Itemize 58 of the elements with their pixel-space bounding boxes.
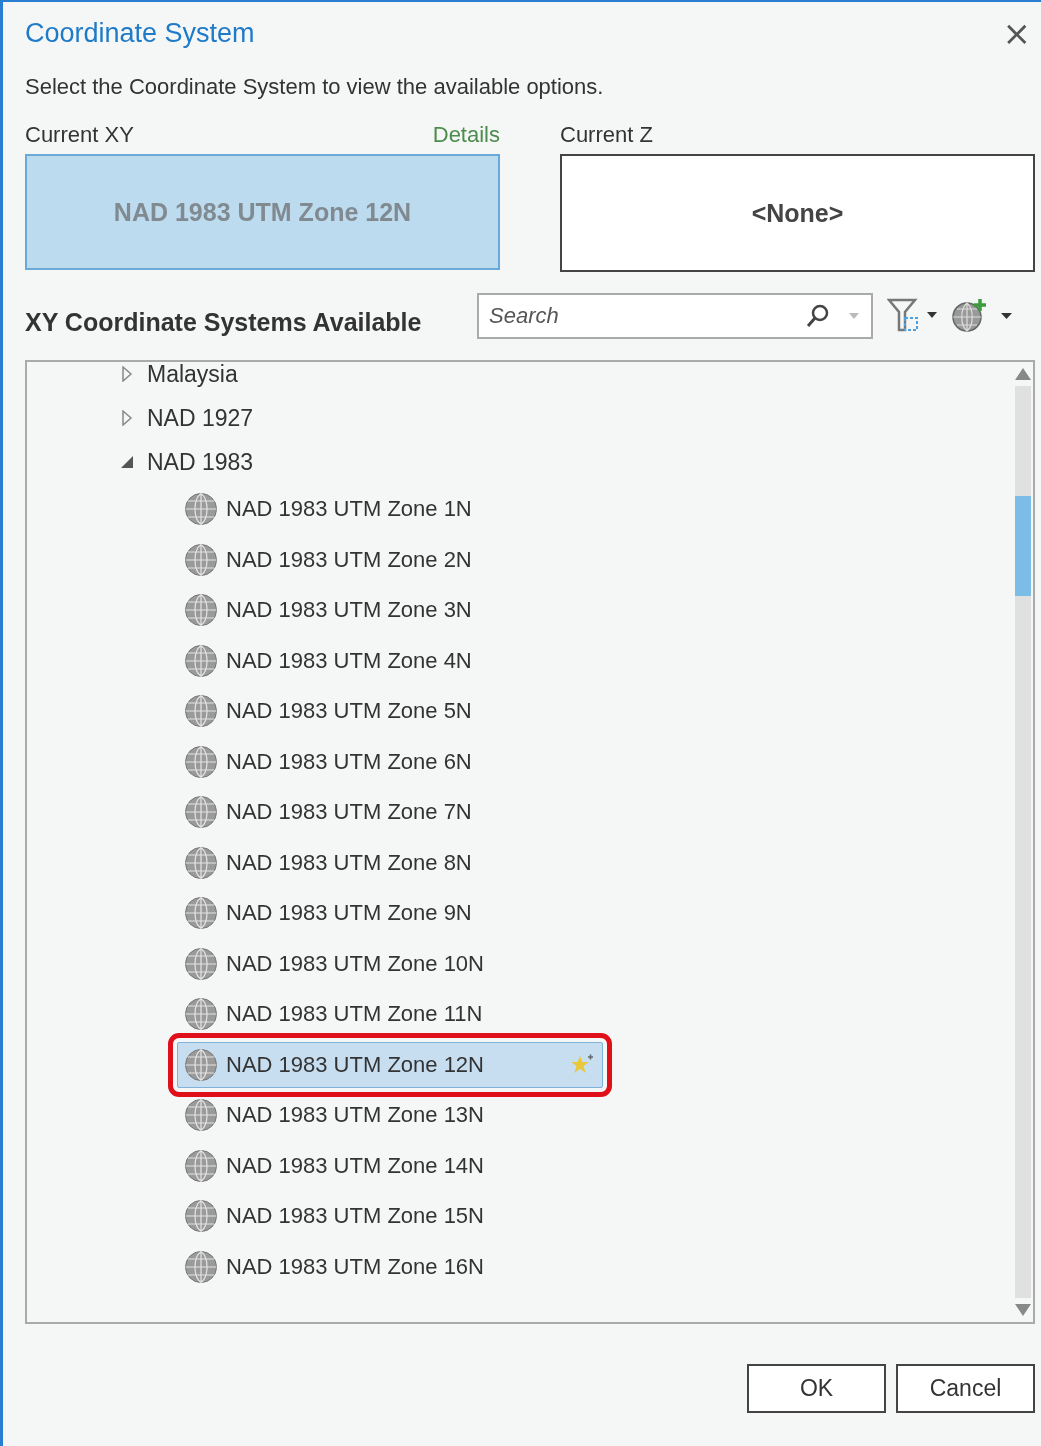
instruction-text: Select the Coordinate System to view the available options. bbox=[25, 74, 605, 101]
current-z-box[interactable]: <None> bbox=[560, 154, 1035, 272]
close-button[interactable]: × bbox=[998, 13, 1035, 53]
section-heading: XY Coordinate Systems Available bbox=[25, 307, 423, 337]
collapsed-arrow-icon[interactable] bbox=[121, 366, 133, 382]
cancel-button[interactable]: Cancel bbox=[896, 1364, 1035, 1413]
globe-icon bbox=[184, 997, 218, 1032]
coordinate-system-item[interactable]: NAD 1983 UTM Zone 8N bbox=[177, 839, 603, 886]
coordinate-system-item[interactable]: NAD 1983 UTM Zone 11N bbox=[177, 991, 603, 1038]
ok-button[interactable]: OK bbox=[747, 1364, 886, 1413]
coordinate-system-item[interactable]: NAD 1983 UTM Zone 6N bbox=[177, 738, 603, 785]
coordinate-system-item[interactable]: NAD 1983 UTM Zone 2N bbox=[177, 536, 603, 583]
globe-icon bbox=[184, 643, 218, 678]
globe-icon bbox=[184, 845, 218, 880]
scrollbar-thumb[interactable] bbox=[1015, 496, 1031, 596]
tree-group-item[interactable]: NAD 1983 bbox=[147, 448, 254, 476]
globe-icon bbox=[184, 593, 218, 628]
globe-icon bbox=[184, 1199, 218, 1234]
add-coordinate-system-button[interactable] bbox=[951, 298, 1013, 334]
globe-icon bbox=[184, 1098, 218, 1133]
details-link[interactable]: Details bbox=[432, 122, 500, 148]
globe-icon bbox=[184, 1148, 218, 1183]
globe-icon bbox=[184, 694, 218, 729]
coordinate-system-item[interactable]: NAD 1983 UTM Zone 5N bbox=[177, 688, 603, 735]
window-title: Coordinate System bbox=[25, 17, 255, 49]
coordinate-system-item[interactable]: NAD 1983 UTM Zone 7N bbox=[177, 789, 603, 836]
globe-icon bbox=[184, 542, 218, 577]
collapsed-arrow-icon[interactable] bbox=[121, 410, 133, 426]
coordinate-system-item[interactable]: NAD 1983 UTM Zone 4N bbox=[177, 637, 603, 684]
scrollbar-track[interactable] bbox=[1015, 386, 1031, 1298]
globe-icon bbox=[184, 896, 218, 931]
tree-group-item[interactable]: NAD 1927 bbox=[147, 404, 254, 432]
globe-icon bbox=[184, 1047, 218, 1082]
coordinate-system-item[interactable]: NAD 1983 UTM Zone 1N bbox=[177, 486, 603, 533]
search-icon bbox=[805, 303, 831, 329]
coordinate-system-item[interactable]: NAD 1983 UTM Zone 10N bbox=[177, 940, 603, 987]
expanded-arrow-icon[interactable] bbox=[121, 456, 133, 468]
coordinate-system-item[interactable]: NAD 1983 UTM Zone 3N bbox=[177, 587, 603, 634]
globe-icon bbox=[184, 795, 218, 830]
current-z-label: Current Z bbox=[560, 122, 653, 148]
globe-icon bbox=[184, 492, 218, 527]
filter-button[interactable] bbox=[887, 298, 937, 334]
scroll-up-icon[interactable] bbox=[1015, 368, 1031, 380]
current-xy-label: Current XY bbox=[25, 122, 134, 148]
globe-icon bbox=[184, 744, 218, 779]
dropdown-caret-icon bbox=[849, 313, 859, 319]
globe-add-icon bbox=[951, 298, 1013, 334]
coordinate-system-item[interactable]: NAD 1983 UTM Zone 14N bbox=[177, 1142, 603, 1189]
globe-icon bbox=[184, 1249, 218, 1284]
coordinate-system-item[interactable]: NAD 1983 UTM Zone 15N bbox=[177, 1193, 603, 1240]
coordinate-system-item[interactable]: NAD 1983 UTM Zone 13N bbox=[177, 1092, 603, 1139]
tree-group-item[interactable]: Malaysia bbox=[147, 362, 238, 388]
filter-icon bbox=[887, 298, 937, 334]
globe-icon bbox=[184, 946, 218, 981]
search-field[interactable]: Search bbox=[477, 293, 873, 339]
coordinate-system-item[interactable]: NAD 1983 UTM Zone 9N bbox=[177, 890, 603, 937]
coordinate-system-item[interactable]: NAD 1983 UTM Zone 16N bbox=[177, 1243, 603, 1290]
scroll-down-icon[interactable] bbox=[1015, 1304, 1031, 1316]
